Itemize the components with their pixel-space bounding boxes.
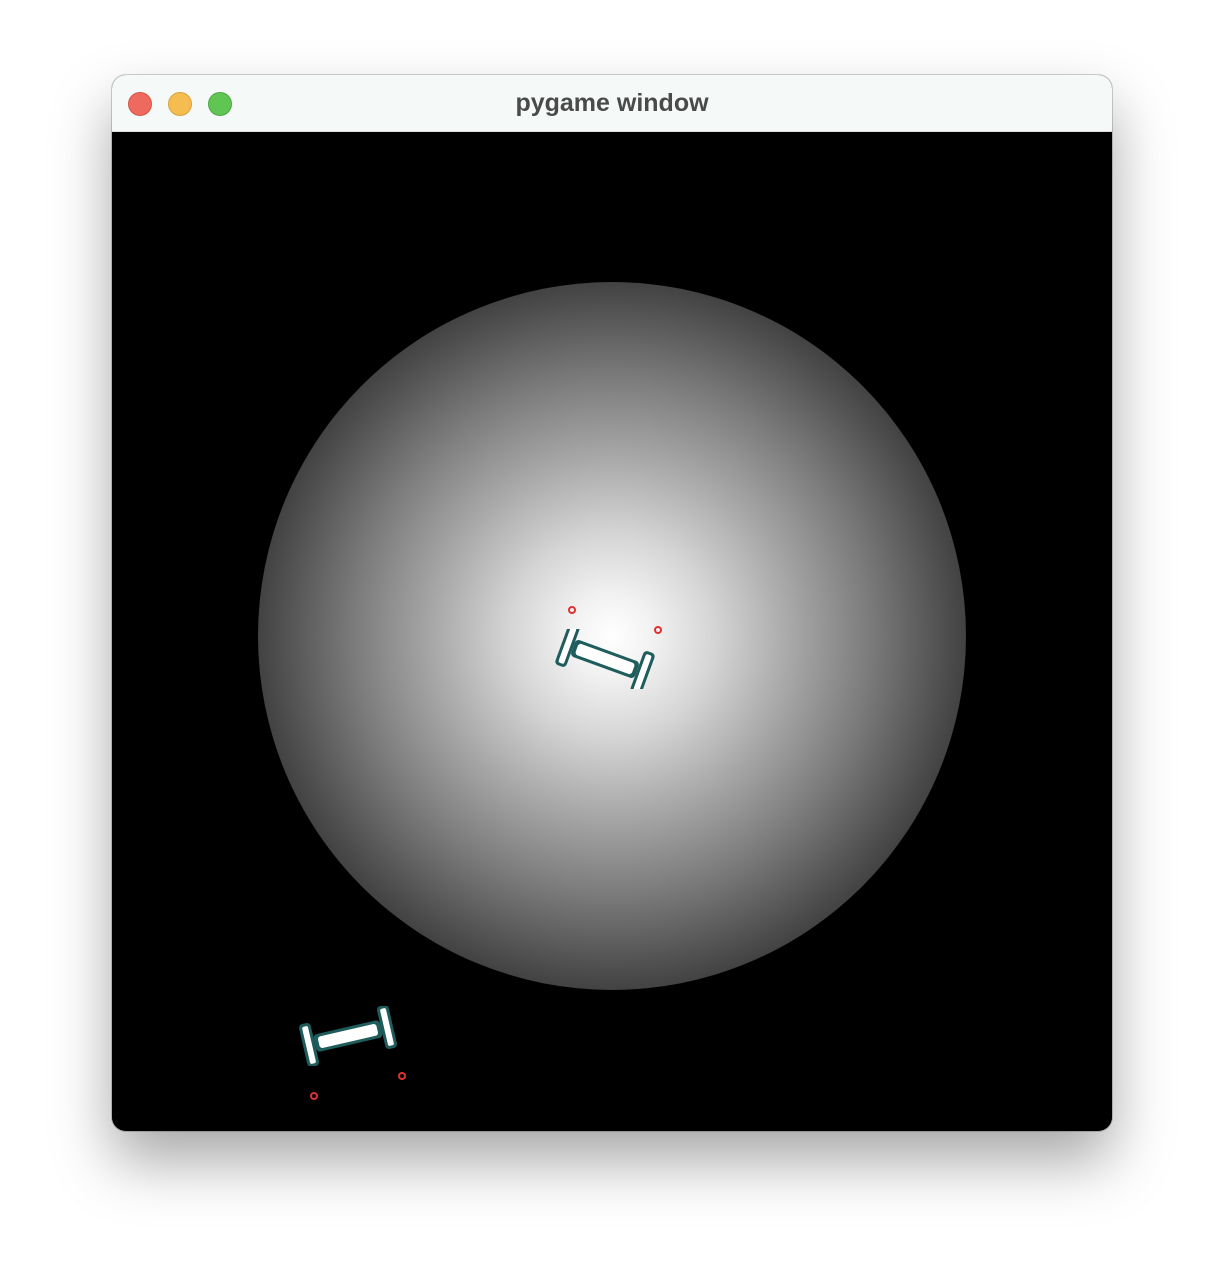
sensor-icon <box>654 626 662 634</box>
sensor-icon <box>310 1092 318 1100</box>
robot-icon <box>299 1006 397 1066</box>
title-bar[interactable]: pygame window <box>112 75 1112 132</box>
robot-icon <box>555 629 655 689</box>
sensor-icon <box>398 1072 406 1080</box>
window-title: pygame window <box>515 89 709 117</box>
sensor-icon <box>568 606 576 614</box>
pygame-window: pygame window <box>112 75 1112 1131</box>
robot-2 <box>299 1006 397 1066</box>
game-canvas[interactable] <box>112 132 1112 1131</box>
robot-1 <box>555 629 655 689</box>
